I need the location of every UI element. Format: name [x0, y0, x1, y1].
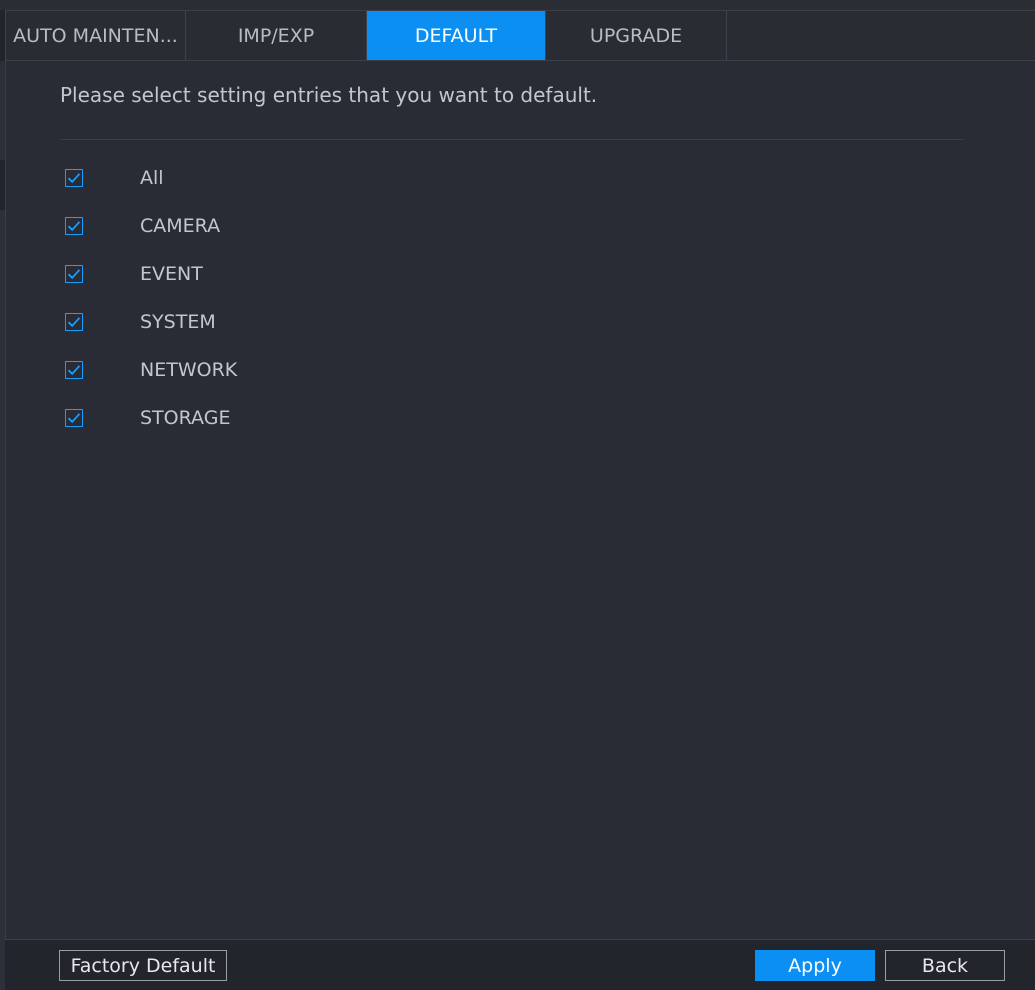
checkbox-camera[interactable]	[65, 217, 83, 235]
checkmark-icon	[67, 221, 81, 232]
option-label: EVENT	[140, 263, 203, 285]
option-camera[interactable]: CAMERA	[65, 213, 220, 239]
option-label: NETWORK	[140, 359, 238, 381]
option-storage[interactable]: STORAGE	[65, 405, 230, 431]
apply-button[interactable]: Apply	[755, 950, 875, 981]
tab-default[interactable]: DEFAULT	[367, 11, 546, 60]
checkbox-event[interactable]	[65, 265, 83, 283]
checkmark-icon	[67, 173, 81, 184]
checkbox-network[interactable]	[65, 361, 83, 379]
tab-imp-exp[interactable]: IMP/EXP	[186, 11, 367, 60]
checkmark-icon	[67, 317, 81, 328]
option-system[interactable]: SYSTEM	[65, 309, 216, 335]
checkmark-icon	[67, 365, 81, 376]
default-settings-window: AUTO MAINTEN... IMP/EXP DEFAULT UPGRADE …	[0, 0, 1035, 990]
window-top-strip	[0, 0, 1035, 10]
option-event[interactable]: EVENT	[65, 261, 203, 287]
option-label: STORAGE	[140, 407, 231, 429]
option-label: CAMERA	[140, 215, 221, 237]
factory-default-button[interactable]: Factory Default	[59, 950, 227, 981]
instruction-text: Please select setting entries that you w…	[60, 83, 598, 107]
default-panel: Please select setting entries that you w…	[5, 61, 1035, 939]
checkbox-storage[interactable]	[65, 409, 83, 427]
checkbox-system[interactable]	[65, 313, 83, 331]
option-label: All	[140, 167, 164, 189]
tab-bar: AUTO MAINTEN... IMP/EXP DEFAULT UPGRADE	[5, 10, 1035, 61]
option-label: SYSTEM	[140, 311, 216, 333]
checkmark-icon	[67, 269, 81, 280]
option-network[interactable]: NETWORK	[65, 357, 237, 383]
tab-auto-maintain[interactable]: AUTO MAINTEN...	[5, 11, 186, 60]
tab-upgrade[interactable]: UPGRADE	[546, 11, 727, 60]
checkbox-all[interactable]	[65, 169, 83, 187]
footer-bar: Factory Default Apply Back	[5, 939, 1035, 990]
divider	[60, 139, 964, 140]
option-all[interactable]: All	[65, 165, 164, 191]
back-button[interactable]: Back	[885, 950, 1005, 981]
checkmark-icon	[67, 413, 81, 424]
